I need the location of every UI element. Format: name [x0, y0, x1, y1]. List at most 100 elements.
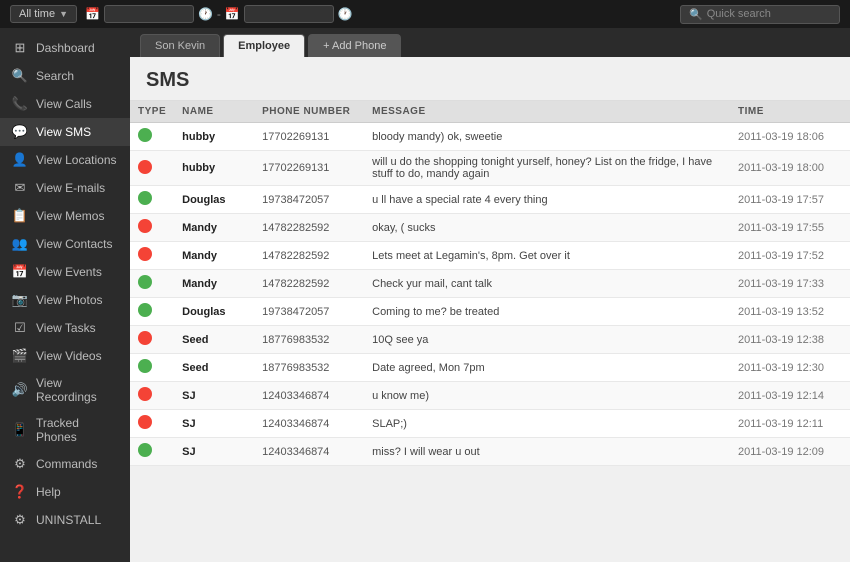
time-filter[interactable]: All time ▼ [10, 5, 77, 23]
table-row[interactable]: Seed18776983532Date agreed, Mon 7pm2011-… [130, 354, 850, 382]
table-row[interactable]: hubby17702269131bloody mandy) ok, sweeti… [130, 123, 850, 151]
filter-label: All time [19, 8, 55, 20]
search-icon: 🔍 [689, 8, 703, 21]
cell-time: 2011-03-19 17:55 [730, 214, 850, 242]
calendar-end-icon: 📅 [225, 7, 240, 21]
tab-1[interactable]: Employee [223, 34, 305, 57]
view-memos-icon: 📋 [12, 208, 28, 224]
sidebar-item-tracked-phones[interactable]: 📱 Tracked Phones [0, 410, 130, 450]
cell-name: Mandy [174, 242, 254, 270]
sidebar-item-view-videos[interactable]: 🎬 View Videos [0, 342, 130, 370]
sidebar-item-help[interactable]: ❓ Help [0, 478, 130, 506]
table-row[interactable]: Mandy14782282592Check yur mail, cant tal… [130, 270, 850, 298]
sidebar-label-tracked-phones: Tracked Phones [36, 416, 118, 444]
cell-time: 2011-03-19 17:52 [730, 242, 850, 270]
cell-message: bloody mandy) ok, sweetie [364, 123, 730, 151]
incoming-icon [138, 331, 152, 345]
cell-time: 2011-03-19 17:57 [730, 186, 850, 214]
table-row[interactable]: Mandy14782282592okay, ( sucks2011-03-19 … [130, 214, 850, 242]
sidebar-label-view-photos: View Photos [36, 293, 103, 307]
tracked-phones-icon: 📱 [12, 422, 28, 438]
sidebar-item-view-emails[interactable]: ✉ View E-mails [0, 174, 130, 202]
view-sms-icon: 💬 [12, 124, 28, 140]
cell-phone: 12403346874 [254, 382, 364, 410]
table-row[interactable]: Seed1877698353210Q see ya2011-03-19 12:3… [130, 326, 850, 354]
sidebar-item-uninstall[interactable]: ⚙ UNINSTALL [0, 506, 130, 534]
date-start-input[interactable] [104, 5, 194, 23]
table-row[interactable]: Douglas19738472057u ll have a special ra… [130, 186, 850, 214]
sidebar-label-view-videos: View Videos [36, 349, 102, 363]
cell-type [130, 270, 174, 298]
sidebar-label-view-memos: View Memos [36, 209, 104, 223]
sidebar-label-view-tasks: View Tasks [36, 321, 96, 335]
view-emails-icon: ✉ [12, 180, 28, 196]
sidebar-item-view-sms[interactable]: 💬View SMS [0, 118, 130, 146]
sidebar-item-dashboard[interactable]: ⊞Dashboard [0, 34, 130, 62]
table-row[interactable]: Mandy14782282592Lets meet at Legamin's, … [130, 242, 850, 270]
outgoing-icon [138, 443, 152, 457]
cell-type [130, 242, 174, 270]
cell-message: Date agreed, Mon 7pm [364, 354, 730, 382]
col-header-name: NAME [174, 101, 254, 123]
outgoing-icon [138, 359, 152, 373]
sidebar-item-view-tasks[interactable]: ☑View Tasks [0, 314, 130, 342]
sms-panel: SMS TYPENAMEPHONE NUMBERMESSAGETIME hubb… [130, 57, 850, 562]
view-videos-icon: 🎬 [12, 348, 28, 364]
sidebar-item-view-locations[interactable]: 👤 View Locations [0, 146, 130, 174]
cell-phone: 14782282592 [254, 270, 364, 298]
search-box[interactable]: 🔍 Quick search [680, 5, 840, 24]
top-bar: All time ▼ 📅 🕐 - 📅 🕐 🔍 Quick search [0, 0, 850, 28]
view-recordings-icon: 🔊 [12, 382, 28, 398]
sidebar-item-view-recordings[interactable]: 🔊View Recordings [0, 370, 130, 410]
cell-type [130, 382, 174, 410]
cell-name: Mandy [174, 214, 254, 242]
tab-0[interactable]: Son Kevin [140, 34, 220, 57]
sms-table: TYPENAMEPHONE NUMBERMESSAGETIME hubby177… [130, 101, 850, 562]
sidebar-label-view-calls: View Calls [36, 97, 92, 111]
table-row[interactable]: Douglas19738472057Coming to me? be treat… [130, 298, 850, 326]
table-row[interactable]: SJ12403346874miss? I will wear u out2011… [130, 438, 850, 466]
sidebar-label-view-locations: View Locations [36, 153, 117, 167]
sidebar-label-uninstall: UNINSTALL [36, 513, 101, 527]
table-row[interactable]: SJ12403346874u know me)2011-03-19 12:14 [130, 382, 850, 410]
cell-type [130, 326, 174, 354]
incoming-icon [138, 247, 152, 261]
cell-name: Douglas [174, 298, 254, 326]
cell-name: hubby [174, 151, 254, 186]
incoming-icon [138, 219, 152, 233]
clock-start-icon: 🕐 [198, 7, 213, 21]
sidebar-item-view-events[interactable]: 📅View Events [0, 258, 130, 286]
filter-arrow-icon: ▼ [59, 9, 68, 19]
date-end-input[interactable] [244, 5, 334, 23]
cell-name: SJ [174, 438, 254, 466]
content-area: Son KevinEmployee+ Add Phone SMS TYPENAM… [130, 28, 850, 562]
sidebar-label-view-contacts: View Contacts [36, 237, 112, 251]
tab-2[interactable]: + Add Phone [308, 34, 401, 57]
cell-name: Seed [174, 354, 254, 382]
sidebar-item-search[interactable]: 🔍Search [0, 62, 130, 90]
sidebar-item-view-memos[interactable]: 📋 View Memos [0, 202, 130, 230]
table-row[interactable]: hubby17702269131will u do the shopping t… [130, 151, 850, 186]
sidebar-item-view-photos[interactable]: 📷 View Photos [0, 286, 130, 314]
uninstall-icon: ⚙ [12, 512, 28, 528]
sidebar-label-view-emails: View E-mails [36, 181, 105, 195]
table-row[interactable]: SJ12403346874SLAP;)2011-03-19 12:11 [130, 410, 850, 438]
sidebar-label-help: Help [36, 485, 61, 499]
view-locations-icon: 👤 [12, 152, 28, 168]
sidebar-item-view-contacts[interactable]: 👥View Contacts [0, 230, 130, 258]
cell-time: 2011-03-19 18:06 [730, 123, 850, 151]
cell-message: 10Q see ya [364, 326, 730, 354]
cell-type [130, 123, 174, 151]
cell-type [130, 410, 174, 438]
cell-message: u know me) [364, 382, 730, 410]
sidebar-item-commands[interactable]: ⚙Commands [0, 450, 130, 478]
table-body: hubby17702269131bloody mandy) ok, sweeti… [130, 123, 850, 466]
help-icon: ❓ [12, 484, 28, 500]
sidebar-label-dashboard: Dashboard [36, 41, 95, 55]
cell-time: 2011-03-19 18:00 [730, 151, 850, 186]
view-photos-icon: 📷 [12, 292, 28, 308]
cell-phone: 18776983532 [254, 326, 364, 354]
cell-time: 2011-03-19 12:30 [730, 354, 850, 382]
cell-phone: 12403346874 [254, 410, 364, 438]
sidebar-item-view-calls[interactable]: 📞View Calls [0, 90, 130, 118]
